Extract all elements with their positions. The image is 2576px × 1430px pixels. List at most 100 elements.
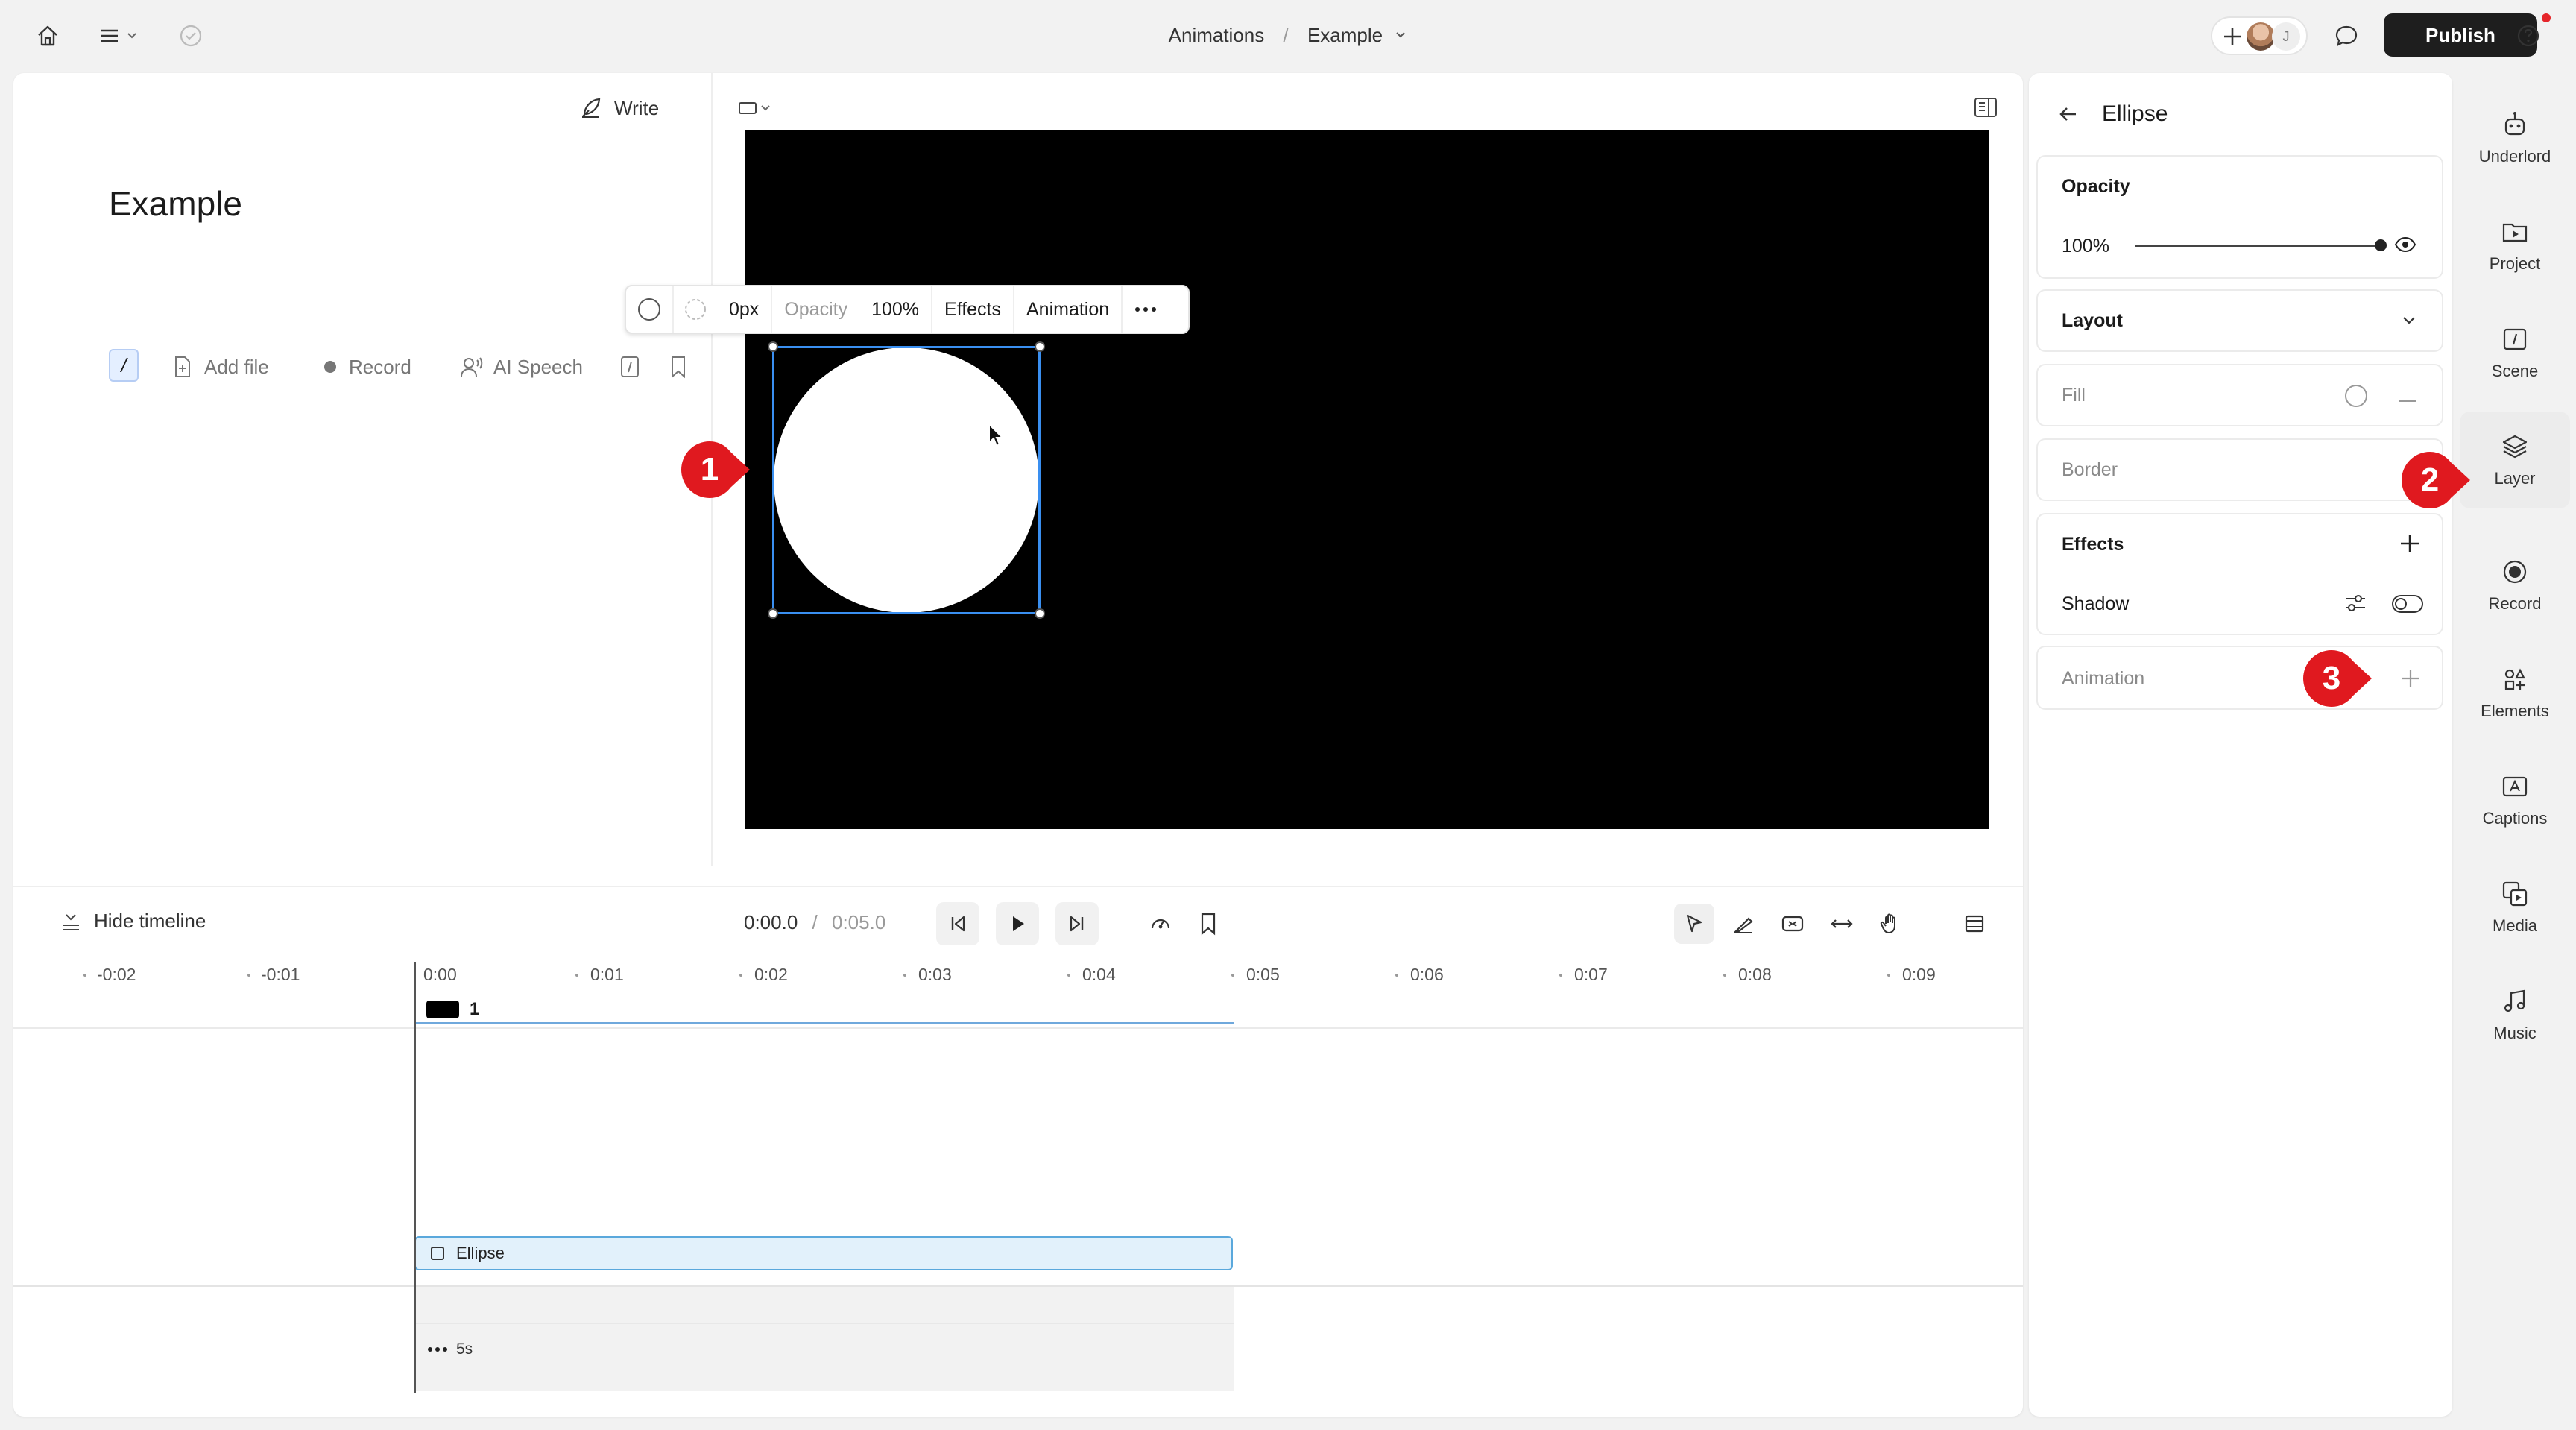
playhead[interactable] [414, 962, 416, 1393]
nav-record[interactable]: Record [2460, 537, 2570, 634]
opacity-slider[interactable] [2135, 245, 2381, 247]
resize-handle-tl[interactable] [768, 341, 778, 352]
chevron-down-icon[interactable] [1394, 24, 1407, 47]
avatar-initial: J [2272, 22, 2300, 51]
play-button[interactable] [996, 902, 1039, 945]
breadcrumb-page[interactable]: Example [1307, 24, 1383, 47]
minus-icon[interactable] [2397, 394, 2418, 407]
stretch-tool-button[interactable] [1822, 904, 1862, 944]
script-title[interactable]: Example [109, 183, 242, 224]
scene-break-button[interactable] [619, 352, 641, 382]
ellipse-clip[interactable]: Ellipse [414, 1236, 1233, 1270]
write-button[interactable]: Write [578, 95, 659, 121]
record-button[interactable]: Record [321, 352, 411, 382]
border-section-label: Border [2062, 459, 2118, 480]
slash-command-button[interactable]: / [109, 349, 139, 382]
fill-card[interactable]: Fill [2036, 364, 2443, 426]
hide-timeline-button[interactable]: Hide timeline [60, 910, 206, 933]
resize-handle-tr[interactable] [1035, 341, 1045, 352]
animation-button[interactable]: Animation [1014, 286, 1123, 333]
nav-media[interactable]: Media [2460, 859, 2570, 956]
music-icon [2504, 989, 2525, 1012]
nav-layer[interactable]: Layer [2460, 412, 2570, 508]
ruler-tick [247, 974, 250, 977]
circle-swatch-icon [638, 298, 660, 321]
resize-handle-br[interactable] [1035, 608, 1045, 619]
nav-elements[interactable]: Elements [2460, 644, 2570, 741]
folder-play-icon [2502, 223, 2528, 242]
add-effect-icon[interactable] [2399, 532, 2421, 558]
opacity-field[interactable]: 100% [859, 286, 933, 333]
ai-speech-button[interactable]: AI Speech [459, 352, 583, 382]
timeline-layout-button[interactable] [1954, 904, 1995, 944]
speed-button[interactable] [1140, 904, 1181, 944]
nav-label: Music [2493, 1024, 2536, 1042]
nav-label: Media [2493, 916, 2537, 935]
scene-break-icon [621, 356, 639, 377]
opacity-slider-knob[interactable] [2375, 239, 2387, 251]
ruler-tick-label: 0:09 [1902, 965, 1936, 984]
robot-icon [2504, 112, 2525, 136]
track-separator [13, 1027, 2023, 1029]
skip-forward-button[interactable] [1055, 902, 1099, 945]
hand-icon [1880, 913, 1895, 934]
collapse-icon [63, 913, 79, 930]
collaborators[interactable]: J [2211, 16, 2308, 55]
nav-project[interactable]: Project [2460, 197, 2570, 294]
aspect-ratio-dropdown[interactable] [736, 97, 781, 123]
current-time: 0:00.0 [744, 911, 798, 933]
border-width-field[interactable]: 0px [717, 286, 773, 333]
help-icon[interactable] [2509, 16, 2548, 55]
add-animation-icon[interactable] [2400, 668, 2421, 693]
bookmark-button[interactable] [668, 352, 689, 382]
opacity-card: Opacity 100% [2036, 155, 2443, 279]
eye-icon[interactable] [2394, 236, 2416, 257]
animation-section-label: Animation [2062, 668, 2145, 689]
comments-icon[interactable] [2327, 16, 2366, 55]
clip-label: Ellipse [456, 1244, 505, 1262]
pointer-icon [1686, 914, 1702, 933]
blade-icon [1734, 917, 1753, 933]
fill-circle-icon[interactable] [2343, 383, 2369, 412]
add-collaborator-icon[interactable] [2220, 24, 2245, 53]
nav-music[interactable]: Music [2460, 966, 2570, 1063]
fill-swatch[interactable] [626, 286, 674, 333]
nav-scene[interactable]: Scene [2460, 304, 2570, 401]
more-options-button[interactable] [1123, 286, 1169, 333]
layout-section-label: Layout [2062, 310, 2123, 331]
ruler-tick [1231, 974, 1234, 977]
ripple-tool-button[interactable] [1772, 904, 1813, 944]
selection-box[interactable] [768, 341, 1045, 619]
sliders-icon[interactable] [2343, 592, 2367, 618]
layout-card[interactable]: Layout [2036, 289, 2443, 352]
shadow-toggle[interactable] [2391, 593, 2424, 618]
gap-duration[interactable]: 5s [426, 1341, 473, 1358]
timeline-bookmark-button[interactable] [1188, 904, 1228, 944]
opacity-value[interactable]: 100% [2062, 236, 2109, 257]
marker-number: 3 [2322, 660, 2341, 696]
border-swatch[interactable] [674, 286, 717, 333]
ruler-tick-label: 0:03 [918, 965, 952, 984]
effects-button[interactable]: Effects [932, 286, 1014, 333]
panel-toggle-icon[interactable] [1972, 95, 1999, 123]
add-file-button[interactable]: Add file [170, 352, 269, 382]
animation-card[interactable]: Animation [2036, 646, 2443, 710]
chevron-down-icon[interactable] [2400, 312, 2418, 333]
elements-icon [2504, 668, 2525, 690]
nav-underlord[interactable]: Underlord [2460, 89, 2570, 186]
select-tool-button[interactable] [1674, 904, 1714, 944]
ruler-tick [575, 974, 578, 977]
border-card[interactable]: Border [2036, 438, 2443, 501]
nav-captions[interactable]: Captions [2460, 752, 2570, 848]
ai-speech-icon [461, 357, 483, 377]
back-arrow-icon[interactable] [2057, 103, 2080, 125]
hand-tool-button[interactable] [1871, 904, 1911, 944]
scene-track[interactable]: 1 [414, 996, 1234, 1024]
gap-region[interactable] [414, 1287, 1234, 1391]
blade-tool-button[interactable] [1723, 904, 1764, 944]
ruler-tick [739, 974, 742, 977]
media-icon [2502, 881, 2528, 907]
skip-back-button[interactable] [936, 902, 979, 945]
breadcrumb-project[interactable]: Animations [1169, 24, 1265, 47]
resize-handle-bl[interactable] [768, 608, 778, 619]
